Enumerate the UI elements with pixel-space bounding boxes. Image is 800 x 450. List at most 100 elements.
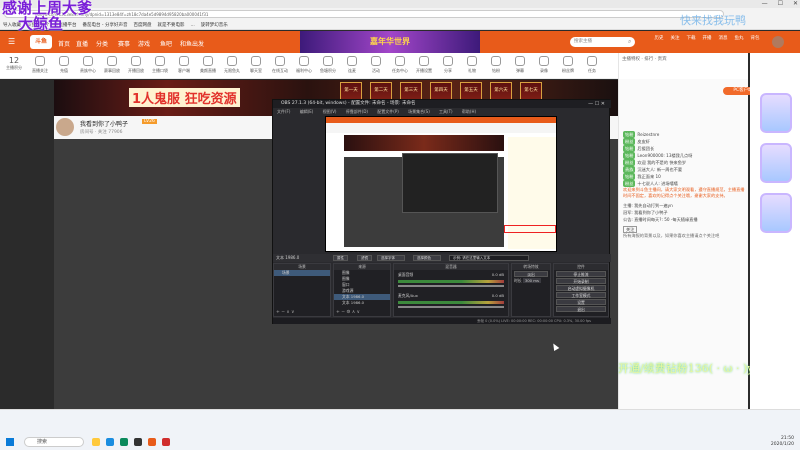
search-input[interactable]: 搜索主播 bbox=[570, 37, 635, 47]
feature-item[interactable]: 录像 bbox=[532, 56, 556, 74]
feature-item[interactable]: 开播设置 bbox=[412, 56, 436, 74]
obs-preview[interactable] bbox=[325, 116, 557, 252]
select-color-button[interactable]: 选择颜色 bbox=[413, 255, 441, 261]
douyu-app-icon[interactable] bbox=[148, 438, 156, 446]
text-input[interactable]: 示例: 请在这里输入文本 bbox=[449, 255, 529, 261]
fishball-icon[interactable]: 鱼丸 bbox=[732, 35, 746, 41]
nav-live[interactable]: 直播 bbox=[76, 39, 88, 48]
feature-item[interactable]: 礼物 bbox=[460, 56, 484, 74]
feature-item[interactable]: 钻粉 bbox=[484, 56, 508, 74]
event-banner[interactable]: 嘉年华世界 bbox=[300, 31, 480, 53]
bookmark-item[interactable]: ... bbox=[190, 23, 194, 28]
bookmark-item[interactable]: 旋转梦幻音乐 bbox=[201, 22, 228, 28]
nav-fish[interactable]: 和鱼出发 bbox=[180, 39, 204, 48]
feature-points[interactable]: 12 主播积分 bbox=[2, 56, 26, 71]
feature-item[interactable]: 粉丝牌 bbox=[556, 56, 580, 74]
follow-icon[interactable]: 关注 bbox=[668, 35, 682, 41]
feature-item[interactable]: 连麦 bbox=[340, 56, 364, 74]
close-button[interactable]: ✕ bbox=[793, 0, 798, 7]
feature-item[interactable]: 客户端 bbox=[172, 56, 196, 74]
feature-item[interactable]: 贵族中心 bbox=[76, 56, 100, 74]
filters-button[interactable]: 滤镜 bbox=[357, 255, 372, 261]
feature-item[interactable]: 直播关注 bbox=[28, 56, 52, 74]
feature-item[interactable]: 赛事回放 bbox=[100, 56, 124, 74]
source-item[interactable]: 文本 1986.0 bbox=[334, 300, 390, 306]
duration-input[interactable]: 300 ms bbox=[522, 278, 541, 283]
start-recording-button[interactable]: 开始录制 bbox=[556, 278, 606, 284]
properties-button[interactable]: 属性 bbox=[333, 255, 348, 261]
feature-item[interactable]: 主播口袋 bbox=[148, 56, 172, 74]
feature-item[interactable]: 在线互动 bbox=[268, 56, 292, 74]
nav-game[interactable]: 游戏 bbox=[138, 39, 150, 48]
source-add-remove[interactable]: + − ⚙ ∧ ∨ bbox=[336, 310, 360, 315]
obs-menu-edit[interactable]: 编辑(E) bbox=[300, 109, 314, 114]
ad-card[interactable] bbox=[760, 143, 792, 183]
app-icon[interactable] bbox=[162, 438, 170, 446]
streamer-name[interactable]: 我看到你了小鸭子 bbox=[80, 119, 128, 128]
nav-category[interactable]: 分类 bbox=[96, 39, 108, 48]
virtual-camera-button[interactable]: 启动虚拟摄像机 bbox=[556, 285, 606, 291]
obs-menu-profile[interactable]: 配置文件(P) bbox=[377, 109, 399, 114]
download-icon[interactable]: 下载 bbox=[684, 35, 698, 41]
feature-item[interactable]: 活动 bbox=[364, 56, 388, 74]
obs-menu-help[interactable]: 帮助(H) bbox=[462, 109, 476, 114]
obs-menu-docks[interactable]: 停靠部件(D) bbox=[346, 109, 368, 114]
feature-item[interactable]: 任务中心 bbox=[388, 56, 412, 74]
obs-menu-file[interactable]: 文件(F) bbox=[277, 109, 290, 114]
file-explorer-icon[interactable] bbox=[92, 438, 100, 446]
feature-item[interactable]: 美颜直播 bbox=[196, 56, 220, 74]
edge-icon[interactable] bbox=[106, 438, 114, 446]
transition-select[interactable]: 淡出 bbox=[514, 271, 548, 277]
feature-item[interactable]: 任务 bbox=[580, 56, 604, 74]
backpack-icon[interactable]: 背包 bbox=[748, 35, 762, 41]
douyu-logo[interactable]: 斗鱼 bbox=[30, 35, 52, 49]
bookmark-item[interactable]: 百度网盘 bbox=[133, 22, 151, 28]
obs-window-controls[interactable]: — ☐ ✕ bbox=[588, 100, 605, 108]
bookmark-item[interactable]: 番茄电台 - 分享好声音 bbox=[82, 22, 127, 28]
volume-slider[interactable] bbox=[398, 285, 504, 287]
minimize-button[interactable]: — bbox=[762, 0, 768, 7]
streamer-avatar[interactable] bbox=[56, 118, 74, 136]
exit-button[interactable]: 退出 bbox=[556, 306, 606, 312]
obs-menu-view[interactable]: 视图(V) bbox=[323, 109, 337, 114]
feature-item[interactable]: 无限鱼丸 bbox=[220, 56, 244, 74]
url-bar[interactable]: douyu.com/1313e84f...zhy/dpnid=1313e84f=… bbox=[4, 10, 724, 18]
studio-mode-button[interactable]: 工作室模式 bbox=[556, 292, 606, 298]
feature-item[interactable]: 开播回放 bbox=[124, 56, 148, 74]
settings-button[interactable]: 设置 bbox=[556, 299, 606, 305]
volume-slider[interactable] bbox=[398, 306, 504, 308]
feature-item[interactable]: 分享 bbox=[436, 56, 460, 74]
ad-card[interactable] bbox=[760, 193, 792, 233]
menu-icon[interactable]: ☰ bbox=[8, 37, 15, 46]
scene-item[interactable]: 场景 bbox=[274, 270, 330, 276]
obs-title-bar[interactable]: OBS 27.1.3 (64-bit, windows) - 配置文件: 未命名… bbox=[273, 100, 611, 108]
obs-menu-tools[interactable]: 工具(T) bbox=[439, 109, 453, 114]
tab-bar[interactable] bbox=[0, 0, 800, 8]
system-clock[interactable]: 21:50 2020/1/20 bbox=[771, 436, 794, 448]
feature-item[interactable]: 聊天室 bbox=[244, 56, 268, 74]
nav-match[interactable]: 赛事 bbox=[118, 39, 130, 48]
nav-home[interactable]: 首页 bbox=[58, 39, 70, 48]
maximize-button[interactable]: ☐ bbox=[778, 0, 783, 7]
bookmark-item[interactable]: 就是不要电影 bbox=[157, 22, 184, 28]
feature-item[interactable]: 鱼塘积分 bbox=[316, 56, 340, 74]
stop-streaming-button[interactable]: 停止推流 bbox=[556, 271, 606, 277]
taskbar-search[interactable]: 搜索 bbox=[24, 437, 84, 447]
message-icon[interactable]: 消息 bbox=[716, 35, 730, 41]
select-font-button[interactable]: 选择字体 bbox=[377, 255, 405, 261]
feature-item[interactable]: 充值 bbox=[52, 56, 76, 74]
obs-app-icon[interactable] bbox=[134, 438, 142, 446]
follow-button[interactable]: 关注 bbox=[623, 226, 638, 233]
user-avatar[interactable] bbox=[772, 36, 784, 48]
scene-add-remove[interactable]: + − ∧ ∨ bbox=[276, 310, 294, 315]
feature-item[interactable]: 福利中心 bbox=[292, 56, 316, 74]
ad-card[interactable] bbox=[760, 93, 792, 133]
feature-item[interactable]: 弹幕 bbox=[508, 56, 532, 74]
broadcast-icon[interactable]: 开播 bbox=[700, 35, 714, 41]
obs-menu-scene-collection[interactable]: 场景集合(S) bbox=[408, 109, 430, 114]
search-icon[interactable]: ⌕ bbox=[628, 38, 631, 46]
windows-start-icon[interactable] bbox=[6, 438, 14, 446]
store-icon[interactable] bbox=[120, 438, 128, 446]
history-icon[interactable]: 历史 bbox=[652, 35, 666, 41]
nav-yuba[interactable]: 鱼吧 bbox=[160, 39, 172, 48]
